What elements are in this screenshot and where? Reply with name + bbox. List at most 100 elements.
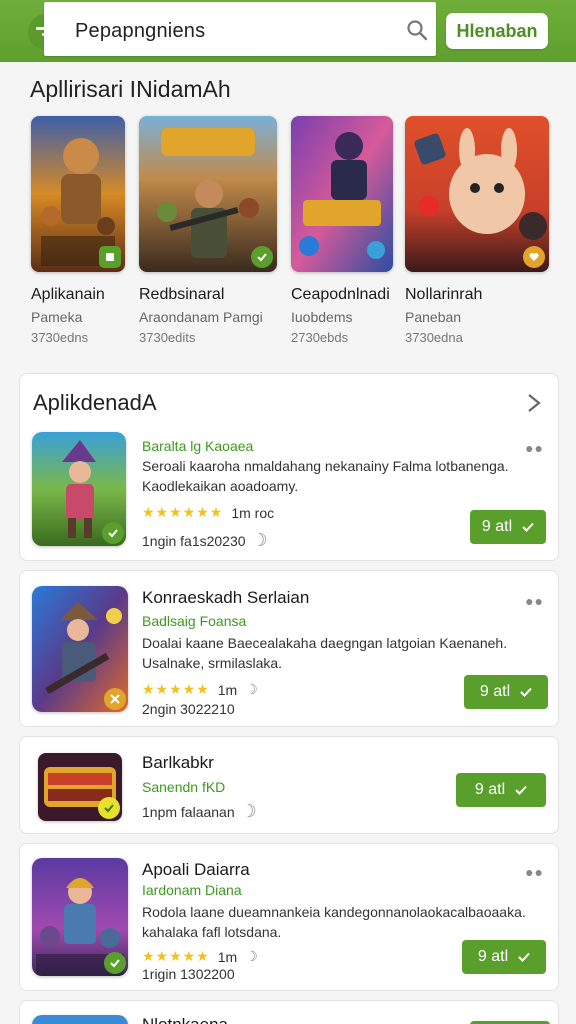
- install-label: 9 atl: [477, 948, 509, 965]
- check-icon: [106, 253, 114, 261]
- heart-icon: [529, 253, 539, 261]
- featured-app-badge: [523, 246, 545, 268]
- verified-badge: [104, 952, 126, 974]
- featured-app-subtitle: Pameka: [31, 309, 83, 325]
- search-input[interactable]: Pepapngniens: [44, 2, 436, 56]
- app-description-line: Kaodlekaikan aoadoamy.: [142, 478, 299, 494]
- install-label: 9 atl: [474, 781, 506, 798]
- top-app-bar: Pepapngniens Hlenaban: [0, 0, 576, 62]
- featured-app-card[interactable]: Redbsinaral Araondanam Pamgi 3730edits: [139, 116, 277, 345]
- app-meta: 1rigin 1302200: [142, 966, 235, 982]
- check-icon: [515, 785, 527, 795]
- featured-app-subtitle: Araondanam Pamgi: [139, 309, 263, 325]
- moon-icon: ☽: [251, 530, 268, 550]
- verified-badge: [102, 522, 124, 544]
- featured-app-thumbnail: [31, 116, 125, 272]
- app-list-card[interactable]: Barlkabkr Sanendn fKD 1npm falaanan ☽ 9 …: [19, 736, 559, 834]
- app-developer[interactable]: Sanendn fKD: [142, 779, 225, 795]
- app-rating: ★★★★★ 1m ☽: [142, 948, 258, 965]
- more-options-button[interactable]: ●●: [525, 593, 544, 609]
- app-description-line: Doalai kaane Baecealakaha daegngan latgo…: [142, 635, 508, 651]
- chevron-right-icon[interactable]: [524, 392, 544, 414]
- app-icon: [32, 858, 128, 976]
- rating-count: 1m: [217, 948, 238, 965]
- featured-app-subtitle: Paneban: [405, 309, 462, 325]
- verified-badge: [251, 246, 273, 268]
- app-list-card[interactable]: Konraeskadh Serlaian Badlsaig Foansa Doa…: [19, 570, 559, 727]
- featured-app-card[interactable]: Nollarinrah Paneban 3730edna: [405, 116, 549, 345]
- featured-app-thumbnail: [139, 116, 277, 272]
- app-title[interactable]: Barlkabkr: [142, 753, 214, 773]
- app-description: Rodola laane dueamnankeia kandegonnanola…: [142, 902, 542, 942]
- app-meta-text: 2ngin 3022210: [142, 701, 235, 717]
- app-icon: [32, 1015, 128, 1024]
- featured-app-thumbnail: [405, 116, 549, 272]
- moon-icon: ☽: [240, 801, 257, 821]
- check-icon: [104, 804, 114, 813]
- app-meta: 2ngin 3022210: [142, 701, 235, 717]
- featured-app-card[interactable]: Aplikanain Pameka 3730edns: [31, 116, 125, 345]
- more-icon: ●●: [525, 593, 544, 609]
- featured-app-count: 3730edns: [31, 330, 89, 345]
- featured-app-name: Ceapodnlnadi: [291, 286, 390, 303]
- featured-app-count: 3730edna: [405, 330, 463, 345]
- search-icon[interactable]: [406, 19, 428, 41]
- featured-app-count: 3730edits: [139, 330, 196, 345]
- app-title[interactable]: Nlotnkaena: [142, 1015, 228, 1024]
- list-section-title: AplikdenadA: [33, 390, 157, 415]
- featured-section-title: Apllirisari INidamAh: [30, 76, 231, 102]
- install-label: 9 atl: [481, 518, 513, 535]
- app-title[interactable]: Konraeskadh Serlaian: [142, 588, 309, 608]
- star-rating: ★★★★★: [142, 948, 210, 964]
- moon-icon: ☽: [245, 948, 258, 964]
- sword-icon: [110, 694, 120, 704]
- check-icon: [108, 529, 118, 538]
- verified-badge: [99, 246, 121, 268]
- more-options-button[interactable]: ●●: [525, 440, 544, 456]
- check-icon: [110, 959, 120, 968]
- star-rating: ★★★★★★: [142, 504, 224, 520]
- app-description: Doalai kaane Baecealakaha daegngan latgo…: [142, 633, 542, 673]
- app-description-line: Usalnake, srmilaslaka.: [142, 655, 283, 671]
- app-description: Seroali kaaroha nmaldahang nekanainy Fal…: [142, 456, 522, 496]
- app-developer[interactable]: Iardonam Diana: [142, 882, 242, 898]
- app-description-line: Seroali kaaroha nmaldahang nekanainy Fal…: [142, 458, 509, 474]
- search-query-text: Pepapngniens: [75, 20, 206, 42]
- rating-count: 1m roc: [231, 504, 275, 521]
- check-icon: [257, 253, 267, 262]
- more-icon: ●●: [525, 864, 544, 880]
- app-meta: 1npm falaanan ☽: [142, 801, 257, 822]
- app-list-card[interactable]: Apoali Daiarra Iardonam Diana Rodola laa…: [19, 843, 559, 991]
- app-icon: [32, 586, 128, 712]
- install-button[interactable]: 9 atl: [456, 773, 546, 807]
- app-description-line: kahalaka fafl lotsdana.: [142, 924, 282, 940]
- install-label: 9 atl: [479, 683, 511, 700]
- app-list-card[interactable]: Nlotnkaena: [19, 1000, 559, 1024]
- featured-app-subtitle: Iuobdems: [291, 309, 353, 325]
- app-badge: [104, 688, 126, 710]
- app-developer[interactable]: Baralta lg Kaoaea: [142, 438, 253, 454]
- app-meta-text: 1ngin fa1s20230: [142, 532, 246, 549]
- more-options-button[interactable]: ●●: [525, 864, 544, 880]
- app-rating: ★★★★★ 1m ☽: [142, 681, 258, 698]
- featured-app-name: Redbsinaral: [139, 286, 225, 303]
- install-button[interactable]: 9 atl: [462, 940, 546, 974]
- more-icon: ●●: [525, 440, 544, 456]
- moon-icon: ☽: [245, 681, 258, 697]
- featured-app-thumbnail: [291, 116, 393, 272]
- verified-badge: [98, 797, 120, 819]
- featured-app-card[interactable]: Ceapodnlnadi Iuobdems 2730ebds: [291, 116, 393, 345]
- app-description-line: Rodola laane dueamnankeia kandegonnanola…: [142, 904, 526, 920]
- app-meta-text: 1rigin 1302200: [142, 966, 235, 982]
- check-icon: [522, 522, 534, 532]
- app-list-card[interactable]: AplikdenadA Baralta lg Kaoaea Seroali ka…: [19, 373, 559, 561]
- featured-app-name: Aplikanain: [31, 286, 105, 303]
- app-meta-text: 1npm falaanan: [142, 803, 235, 820]
- app-developer[interactable]: Badlsaig Foansa: [142, 613, 246, 629]
- app-title[interactable]: Apoali Daiarra: [142, 860, 250, 880]
- header-action-button[interactable]: Hlenaban: [446, 13, 548, 49]
- install-button[interactable]: 9 atl: [464, 675, 548, 709]
- app-meta: 1ngin fa1s20230 ☽: [142, 530, 268, 551]
- featured-app-count: 2730ebds: [291, 330, 349, 345]
- install-button[interactable]: 9 atl: [470, 510, 546, 544]
